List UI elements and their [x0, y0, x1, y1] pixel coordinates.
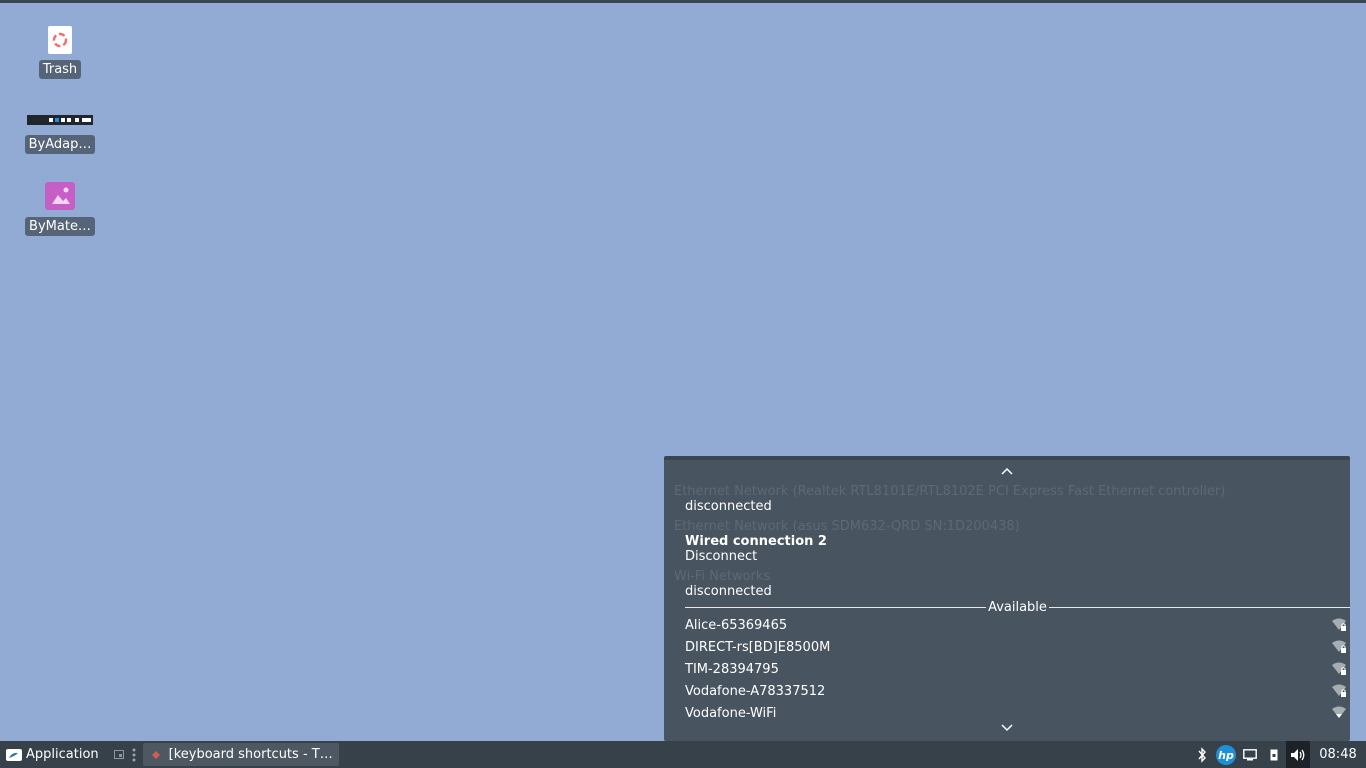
ethernet-realtek-header: Ethernet Network (Realtek RTL8101E/RTL81…: [674, 484, 1226, 499]
wifi-secure-signal-icon: [1328, 640, 1350, 654]
wifi-ssid: Vodafone-WiFi: [685, 705, 777, 721]
desktop-icon-bymate[interactable]: ByMate…: [15, 181, 105, 236]
wifi-network-item[interactable]: TIM-28394795: [685, 659, 1350, 679]
wifi-ssid: DIRECT-rs[BD]E8500M: [685, 639, 831, 655]
wifi-network-item[interactable]: Vodafone-A78337512: [685, 681, 1350, 701]
taskbar: Application [keyboard shortcuts - T… hp …: [0, 741, 1366, 768]
show-desktop-icon[interactable]: [111, 741, 127, 768]
system-tray: hp 08:48: [1190, 741, 1366, 768]
xfce-logo-icon: [6, 748, 22, 762]
usb-drive-icon[interactable]: [1262, 741, 1286, 768]
ethernet-realtek-status[interactable]: disconnected: [685, 499, 772, 514]
display-icon[interactable]: [1238, 741, 1262, 768]
available-label: Available: [988, 599, 1047, 615]
desktop-icon-byadap[interactable]: ByAdap…: [15, 109, 105, 154]
wired-connection-item[interactable]: Wired connection 2: [685, 534, 827, 549]
app-window-icon: [151, 750, 161, 760]
wifi-secure-signal-icon: [1328, 618, 1350, 632]
wifi-networks-header: Wi-Fi Networks: [674, 569, 771, 584]
panel-drag-handle[interactable]: [131, 741, 137, 768]
wifi-ssid: TIM-28394795: [685, 661, 779, 677]
desktop-icon-label: ByAdap…: [24, 135, 96, 154]
wifi-secure-signal-icon: [1328, 684, 1350, 698]
wifi-network-item[interactable]: Alice-65369465: [685, 615, 1350, 635]
clock[interactable]: 08:48: [1310, 747, 1366, 762]
wifi-network-item[interactable]: DIRECT-rs[BD]E8500M: [685, 637, 1350, 657]
application-menu-button[interactable]: Application: [0, 741, 105, 768]
volume-icon[interactable]: [1286, 741, 1310, 768]
screenshot-thumbnail: [27, 109, 93, 131]
image-file-icon: [44, 181, 76, 213]
scroll-up-arrow[interactable]: [664, 465, 1350, 479]
desktop-icon-label: Trash: [38, 60, 82, 79]
wifi-ssid: Alice-65369465: [685, 617, 788, 633]
wifi-status[interactable]: disconnected: [685, 584, 772, 599]
scroll-down-arrow[interactable]: [664, 722, 1350, 736]
wifi-signal-icon: [1328, 706, 1350, 720]
desktop-icon-label: ByMate…: [25, 217, 95, 236]
svg-text:hp: hp: [1218, 749, 1234, 762]
wifi-network-item[interactable]: Vodafone-WiFi: [685, 703, 1350, 723]
desktop-icon-trash[interactable]: Trash: [15, 24, 105, 79]
ethernet-asus-header: Ethernet Network (asus SDM632-QRD SN:1D2…: [674, 519, 1020, 534]
available-separator: Available: [685, 599, 1350, 615]
task-button-keyboard-shortcuts[interactable]: [keyboard shortcuts - T…: [142, 743, 339, 766]
network-menu: Ethernet Network (Realtek RTL8101E/RTL81…: [664, 456, 1350, 741]
disconnect-item[interactable]: Disconnect: [685, 549, 757, 564]
trash-icon: [46, 24, 74, 56]
application-menu-label: Application: [26, 747, 99, 762]
hp-icon[interactable]: hp: [1214, 741, 1238, 768]
wifi-ssid: Vodafone-A78337512: [685, 683, 826, 699]
bluetooth-icon[interactable]: [1190, 741, 1214, 768]
task-title: [keyboard shortcuts - T…: [168, 747, 333, 762]
top-border: [0, 0, 1366, 3]
wifi-secure-signal-icon: [1328, 662, 1350, 676]
